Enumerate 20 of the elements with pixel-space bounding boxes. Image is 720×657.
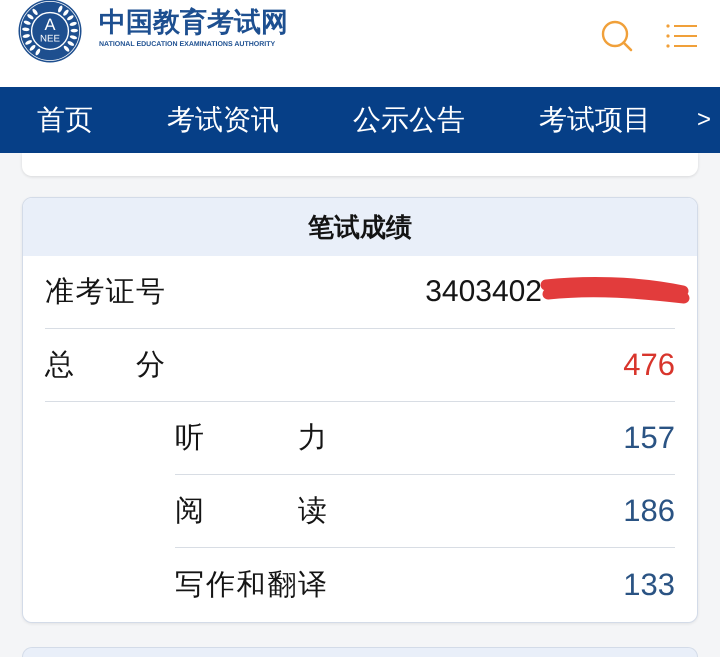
row-label: 阅 读 bbox=[175, 492, 327, 529]
card-title: 笔试成绩 bbox=[308, 212, 412, 244]
nav-tab[interactable]: 首页 bbox=[37, 101, 93, 139]
nav-next-button[interactable]: > bbox=[696, 106, 711, 134]
nav-tab[interactable]: 考试项目 bbox=[539, 101, 651, 139]
nav-tab[interactable]: 考试资讯 bbox=[167, 101, 279, 139]
row-label: 写作和翻译 bbox=[175, 566, 327, 602]
emblem-logo[interactable]: A NEE bbox=[18, 0, 82, 63]
row-label: 听 力 bbox=[175, 419, 327, 456]
score-value: 133 bbox=[623, 566, 675, 602]
score-value: 157 bbox=[623, 420, 675, 456]
score-value: 476 bbox=[623, 347, 675, 383]
site-title: 中国教育考试网 bbox=[99, 8, 288, 38]
menu-icon[interactable] bbox=[666, 23, 698, 49]
search-icon[interactable] bbox=[601, 20, 633, 52]
ticket-number: 3403402 bbox=[425, 275, 542, 309]
row-label: 总 分 bbox=[45, 346, 165, 383]
row-label: 准考证号 bbox=[45, 273, 165, 310]
score-value: 186 bbox=[623, 493, 675, 529]
nav-tab[interactable]: 公示公告 bbox=[353, 101, 465, 139]
